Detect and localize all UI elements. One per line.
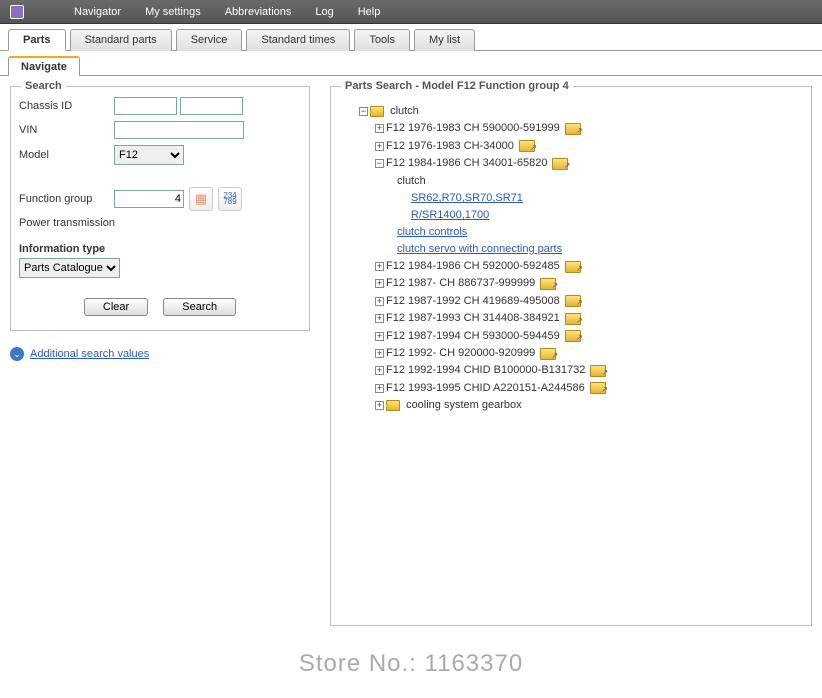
main-tabs: PartsStandard partsServiceStandard times… (0, 28, 822, 51)
folder-link-icon[interactable] (565, 123, 581, 135)
tree-link[interactable]: clutch servo with connecting parts (397, 243, 562, 255)
additional-search-values-link[interactable]: Additional search values (30, 348, 149, 360)
tree-expand-icon[interactable]: − (375, 159, 384, 168)
folder-link-icon[interactable] (540, 348, 556, 360)
top-menu-help[interactable]: Help (358, 6, 381, 18)
tree-expand-icon[interactable]: + (375, 297, 384, 306)
tree-node[interactable]: F12 1993-1995 CHID A220151-A244586 (386, 382, 585, 394)
tree-node[interactable]: cooling system gearbox (406, 399, 522, 411)
tab-standard-times[interactable]: Standard times (246, 29, 350, 51)
numpad-picker-icon[interactable]: 234789 (218, 187, 242, 211)
tree-link[interactable]: SR62,R70,SR70,SR71 (411, 192, 523, 204)
tree-link[interactable]: clutch controls (397, 226, 467, 238)
tree-node[interactable]: F12 1984-1986 CH 592000-592485 (386, 260, 560, 272)
chassis-label: Chassis ID (19, 100, 114, 112)
tab-standard-parts[interactable]: Standard parts (70, 29, 172, 51)
tree-expand-icon[interactable]: + (375, 401, 384, 410)
tree-expand-icon[interactable]: + (375, 279, 384, 288)
tree-expand-icon[interactable]: + (375, 314, 384, 323)
chassis-id-input-a[interactable] (114, 97, 177, 115)
folder-icon (370, 106, 384, 117)
parts-search-panel: Parts Search - Model F12 Function group … (330, 86, 812, 626)
tree-node[interactable]: F12 1987-1994 CH 593000-594459 (386, 330, 560, 342)
folder-link-icon[interactable] (565, 261, 581, 273)
top-menu-my-settings[interactable]: My settings (145, 6, 201, 18)
search-panel: Search Chassis ID VIN Model F12 Function… (10, 86, 310, 331)
folder-link-icon[interactable] (590, 365, 606, 377)
top-menu-bar: Navigator My settings Abbreviations Log Help (0, 0, 822, 24)
search-button[interactable]: Search (163, 298, 236, 316)
parts-tree: − clutch+F12 1976-1983 CH 590000-591999+… (339, 97, 803, 419)
tab-service[interactable]: Service (176, 29, 243, 51)
tree-node[interactable]: F12 1992- CH 920000-920999 (386, 347, 535, 359)
top-menu-log[interactable]: Log (315, 6, 333, 18)
watermark-text: Store No.: 1163370 (0, 650, 822, 678)
tab-tools[interactable]: Tools (354, 29, 410, 51)
tree-node[interactable]: F12 1987- CH 886737-999999 (386, 277, 535, 289)
tree-expand-icon[interactable]: + (375, 124, 384, 133)
tree-node[interactable]: F12 1984-1986 CH 34001-65820 (386, 157, 547, 169)
folder-link-icon[interactable] (552, 158, 568, 170)
folder-link-icon[interactable] (540, 278, 556, 290)
tree-expand-icon[interactable]: + (375, 262, 384, 271)
model-select[interactable]: F12 (114, 145, 184, 165)
tree-expand-icon[interactable]: + (375, 366, 384, 375)
function-group-input[interactable] (114, 190, 184, 208)
function-group-description: Power transmission (19, 217, 301, 229)
folder-link-icon[interactable] (590, 382, 606, 394)
top-menu-navigator[interactable]: Navigator (74, 6, 121, 18)
tree-link[interactable]: R/SR1400,1700 (411, 209, 489, 221)
tree-expand-icon[interactable]: + (375, 349, 384, 358)
sub-tabs: Navigate (0, 55, 822, 76)
tree-expand-icon[interactable]: + (375, 384, 384, 393)
tree-subheading: clutch (397, 175, 426, 187)
top-menu-abbreviations[interactable]: Abbreviations (225, 6, 292, 18)
app-logo-icon (10, 5, 24, 19)
model-label: Model (19, 149, 114, 161)
folder-link-icon[interactable] (519, 140, 535, 152)
tree-collapse-icon[interactable]: − (359, 107, 368, 116)
folder-link-icon[interactable] (565, 330, 581, 342)
function-group-label: Function group (19, 193, 114, 205)
subtab-navigate[interactable]: Navigate (8, 56, 80, 76)
folder-link-icon[interactable] (565, 295, 581, 307)
tree-node[interactable]: F12 1992-1994 CHID B100000-B131732 (386, 364, 585, 376)
clear-button[interactable]: Clear (84, 298, 148, 316)
vin-label: VIN (19, 124, 114, 136)
tree-node[interactable]: F12 1976-1983 CH 590000-591999 (386, 122, 560, 134)
tree-node[interactable]: F12 1987-1993 CH 314408-384921 (386, 312, 560, 324)
chassis-id-input-b[interactable] (180, 97, 243, 115)
tab-my-list[interactable]: My list (414, 29, 475, 51)
parts-search-title: Parts Search - Model F12 Function group … (341, 80, 573, 92)
tree-root[interactable]: clutch (390, 105, 419, 117)
tree-node[interactable]: F12 1976-1983 CH-34000 (386, 140, 514, 152)
folder-icon (386, 400, 400, 411)
expand-chevron-icon[interactable]: ⌄ (10, 347, 24, 361)
info-type-select[interactable]: Parts Catalogue (19, 258, 120, 278)
tab-parts[interactable]: Parts (8, 29, 66, 51)
search-legend: Search (21, 80, 66, 92)
tree-expand-icon[interactable]: + (375, 332, 384, 341)
folder-link-icon[interactable] (565, 313, 581, 325)
calendar-picker-icon[interactable]: ▦ (189, 187, 213, 211)
tree-expand-icon[interactable]: + (375, 142, 384, 151)
info-type-label: Information type (19, 243, 301, 255)
vin-input[interactable] (114, 121, 244, 139)
tree-node[interactable]: F12 1987-1992 CH 419689-495008 (386, 295, 560, 307)
